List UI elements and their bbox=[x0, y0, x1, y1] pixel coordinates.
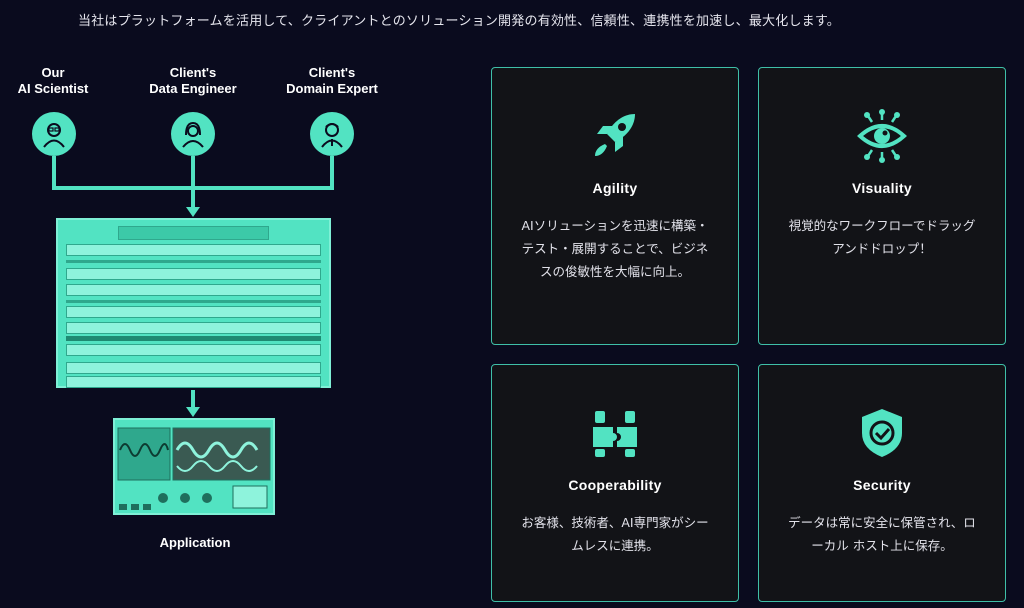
card-title: Cooperability bbox=[568, 477, 662, 493]
card-title: Visuality bbox=[851, 180, 913, 196]
scientist-avatar-icon bbox=[32, 112, 76, 156]
connector-line bbox=[191, 390, 195, 408]
role-label-data-engineer: Client's Data Engineer bbox=[149, 65, 237, 96]
application-screenshot bbox=[113, 418, 275, 515]
visuality-card: Visuality 視覚的なワークフローでドラッグアンドドロップ！ bbox=[758, 67, 1006, 345]
card-description: AIソリューションを迅速に構築・テスト・展開することで、ビジネスの俊敏性を大幅に… bbox=[521, 218, 709, 279]
shield-check-icon bbox=[852, 403, 912, 463]
connector-line bbox=[191, 156, 195, 188]
cooperability-card: Cooperability お客様、技術者、AI専門家がシームレスに連携。 bbox=[491, 364, 739, 602]
card-description: 視覚的なワークフローでドラッグアンドドロップ！ bbox=[788, 218, 976, 256]
engineer-avatar-icon bbox=[171, 112, 215, 156]
agility-card: Agility AIソリューションを迅速に構築・テスト・展開することで、ビジネス… bbox=[491, 67, 739, 345]
expert-avatar-icon bbox=[310, 112, 354, 156]
connector-line bbox=[330, 156, 334, 188]
role-label-ai-scientist: Our AI Scientist bbox=[17, 65, 89, 96]
intro-text: 当社はプラットフォームを活用して、クライアントとのソリューション開発の有効性、信… bbox=[78, 14, 840, 29]
security-card: Security データは常に安全に保管され、ローカル ホスト上に保存。 bbox=[758, 364, 1006, 602]
rocket-icon bbox=[585, 106, 645, 166]
card-title: Agility bbox=[592, 180, 638, 196]
card-description: お客様、技術者、AI専門家がシームレスに連携。 bbox=[521, 515, 709, 553]
role-label-domain-expert: Client's Domain Expert bbox=[286, 65, 378, 96]
arrow-down-icon bbox=[186, 407, 200, 417]
card-title: Security bbox=[853, 477, 911, 493]
connector-line bbox=[191, 188, 195, 208]
workflow-screenshot bbox=[56, 218, 331, 388]
connector-line bbox=[52, 156, 56, 188]
card-description: データは常に安全に保管され、ローカル ホスト上に保存。 bbox=[788, 515, 976, 553]
eye-icon bbox=[852, 106, 912, 166]
arrow-down-icon bbox=[186, 207, 200, 217]
application-label: Application bbox=[159, 535, 231, 550]
puzzle-hands-icon bbox=[585, 403, 645, 463]
